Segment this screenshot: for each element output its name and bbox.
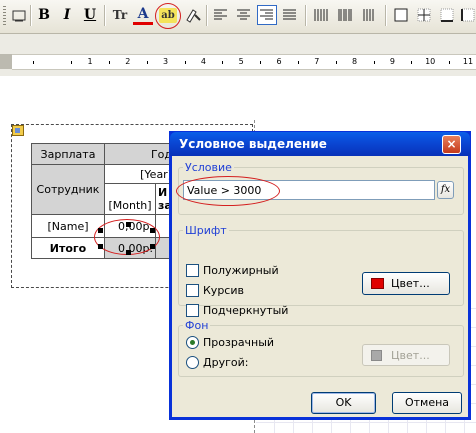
ruler-tick [146, 61, 148, 64]
horizontal-ruler[interactable]: 1 2 3 4 5 6 7 8 9 10 11 [12, 54, 476, 70]
background-color-button[interactable]: Цвет... [362, 344, 450, 366]
font-color-button[interactable]: Цвет... [362, 272, 450, 295]
resize-handle[interactable] [150, 244, 155, 249]
salary-header[interactable]: Зарплата [31, 143, 105, 165]
background-color-swatch [371, 350, 382, 361]
ruler-tick [33, 61, 35, 64]
italic-checkbox[interactable] [186, 284, 199, 297]
bold-button[interactable]: B [34, 5, 54, 25]
formatting-toolbar: B I U Tr A ab [0, 0, 476, 34]
ruler-number: 2 [125, 57, 131, 66]
ruler-tick [184, 61, 186, 64]
ruler-margin [0, 54, 12, 69]
ruler-number: 7 [314, 57, 320, 66]
font-color-swatch [371, 278, 384, 289]
underline-button[interactable]: U [80, 5, 100, 25]
ruler-tick [449, 61, 451, 64]
valign-top-icon[interactable] [311, 5, 331, 25]
transparent-radio[interactable] [186, 336, 199, 349]
bold-checkbox-label: Полужирный [203, 264, 279, 277]
dialog-titlebar[interactable]: Условное выделение × [170, 132, 470, 156]
toolbar-grip[interactable] [3, 6, 6, 25]
bold-checkbox[interactable] [186, 264, 199, 277]
other-radio-label: Другой: [203, 356, 249, 369]
italic-checkbox-label: Курсив [203, 284, 244, 297]
ruler-number: 9 [389, 57, 395, 66]
condition-group-label: Условие [183, 161, 234, 174]
ruler-number: 8 [352, 57, 358, 66]
other-radio[interactable] [186, 356, 199, 369]
justify-icon[interactable] [280, 5, 300, 25]
ruler-number: 6 [276, 57, 282, 66]
employee-header[interactable]: Сотрудник [31, 164, 105, 215]
ruler-number: 3 [163, 57, 169, 66]
ok-button[interactable]: OK [311, 392, 376, 414]
align-right-icon[interactable] [257, 5, 277, 25]
year-field-cell[interactable]: [Year] [104, 164, 173, 184]
underline-checkbox-label: Подчеркнутый [203, 304, 289, 317]
resize-handle[interactable] [126, 222, 131, 227]
ruler-number: 4 [200, 57, 206, 66]
condition-annotation-circle [176, 176, 280, 206]
close-icon: × [446, 137, 457, 151]
border-inner-icon[interactable] [414, 5, 434, 25]
ruler-tick [71, 61, 73, 64]
ruler-tick [108, 61, 110, 64]
cancel-button[interactable]: Отмена [392, 392, 462, 414]
ruler-tick [297, 61, 299, 64]
resize-handle[interactable] [150, 228, 155, 233]
font-color-button[interactable]: A [133, 5, 153, 25]
background-group-label: Фон [183, 319, 211, 332]
ruler-tick [373, 61, 375, 64]
resize-handle[interactable] [126, 250, 131, 255]
align-center-icon[interactable] [234, 5, 254, 25]
font-color-button-label: Цвет... [391, 277, 430, 290]
align-left-icon[interactable] [211, 5, 231, 25]
function-icon: fx [440, 184, 451, 195]
ruler-tick [222, 61, 224, 64]
month-field-cell[interactable]: [Month] [104, 183, 156, 215]
border-outer-icon[interactable] [391, 5, 411, 25]
border-left-icon[interactable] [458, 5, 476, 25]
expression-builder-button[interactable]: fx [437, 181, 454, 199]
border-bottom-icon[interactable] [437, 5, 457, 25]
crosstab-icon [12, 125, 24, 136]
total-row-label[interactable]: Итого [31, 237, 105, 259]
ruler-tick [335, 61, 337, 64]
background-color-button-label: Цвет... [391, 349, 430, 362]
resize-handle[interactable] [98, 244, 103, 249]
ruler-number: 5 [238, 57, 244, 66]
valign-middle-icon[interactable] [335, 5, 355, 25]
toolbar-left-icon[interactable] [9, 6, 29, 26]
transparent-radio-label: Прозрачный [203, 336, 275, 349]
resize-handle[interactable] [98, 228, 103, 233]
year-header[interactable]: Год [104, 143, 173, 165]
conditional-highlight-dialog: Условное выделение × Условие Value > 300… [169, 131, 471, 420]
dialog-title: Условное выделение [179, 137, 327, 151]
ruler-number: 1 [87, 57, 93, 66]
font-group-label: Шрифт [183, 224, 229, 237]
ruler-number: 10 [425, 57, 436, 66]
ruler-number: 11 [462, 57, 474, 66]
valign-bottom-icon[interactable] [359, 5, 379, 25]
italic-button[interactable]: I [57, 5, 77, 25]
format-painter-icon[interactable] [183, 5, 203, 25]
highlight-annotation-circle [155, 3, 181, 29]
ruler-tick [260, 61, 262, 64]
close-button[interactable]: × [442, 135, 461, 154]
underline-checkbox[interactable] [186, 304, 199, 317]
text-size-button[interactable]: Tr [110, 5, 130, 25]
ruler-tick [411, 61, 413, 64]
